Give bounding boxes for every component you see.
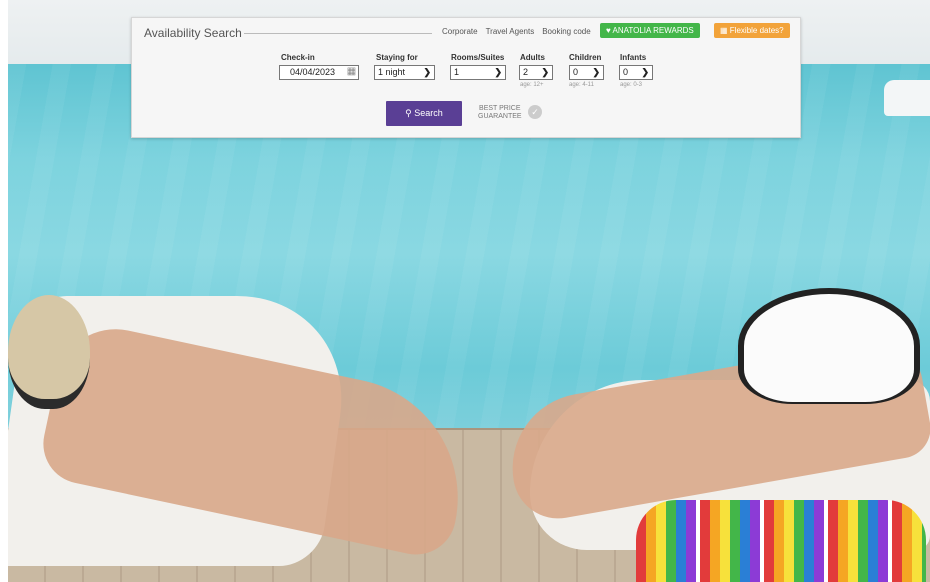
rewards-label: ANATOLIA REWARDS xyxy=(612,26,694,35)
children-hint: age: 4-11 xyxy=(569,82,594,88)
title-divider xyxy=(244,33,432,34)
adults-hint: age: 12+ xyxy=(520,82,544,88)
infants-hint: age: 0-3 xyxy=(620,82,643,88)
booking-code-link[interactable]: Booking code xyxy=(542,27,590,36)
calendar-icon[interactable]: ▦ xyxy=(345,65,358,78)
best-price-guarantee: BEST PRICE GUARANTEE xyxy=(478,105,522,121)
checkin-label: Check-in xyxy=(281,53,315,62)
travel-agents-link[interactable]: Travel Agents xyxy=(486,27,535,36)
search-icon: ⚲ xyxy=(405,108,412,118)
nights-value: 1 night xyxy=(378,67,406,77)
adults-select[interactable]: 2 ❯ xyxy=(519,65,553,80)
calendar-icon: ▦ xyxy=(720,26,728,35)
adults-label: Adults xyxy=(520,53,545,62)
nights-select[interactable]: 1 night ❯ xyxy=(374,65,435,80)
anatolia-rewards-button[interactable]: ♥ ANATOLIA REWARDS xyxy=(600,23,700,38)
flexible-dates-button[interactable]: ▦ Flexible dates? xyxy=(714,23,790,38)
infants-select[interactable]: 0 ❯ xyxy=(619,65,653,80)
infants-label: Infants xyxy=(620,53,647,62)
chevron-down-icon: ❯ xyxy=(423,67,431,77)
sun-hat xyxy=(738,288,920,404)
children-select[interactable]: 0 ❯ xyxy=(569,65,604,80)
chevron-down-icon: ❯ xyxy=(641,67,649,77)
best-price-line2: GUARANTEE xyxy=(478,113,522,120)
checkin-value: 04/04/2023 xyxy=(290,67,336,77)
boat xyxy=(884,80,930,116)
infants-value: 0 xyxy=(623,67,629,77)
best-price-line1: BEST PRICE xyxy=(479,105,521,112)
children-label: Children xyxy=(569,53,602,62)
corporate-link[interactable]: Corporate xyxy=(442,27,478,36)
rooms-select[interactable]: 1 ❯ xyxy=(450,65,506,80)
straw-hat xyxy=(8,295,90,409)
search-button[interactable]: ⚲ Search xyxy=(386,101,462,126)
chevron-down-icon: ❯ xyxy=(494,67,502,77)
check-icon: ✓ xyxy=(528,105,542,119)
heart-icon: ♥ xyxy=(606,26,611,35)
rooms-label: Rooms/Suites xyxy=(451,53,505,62)
staying-label: Staying for xyxy=(376,53,418,62)
adults-value: 2 xyxy=(523,67,529,77)
flexible-label: Flexible dates? xyxy=(729,26,784,35)
page-margin xyxy=(0,0,8,582)
panel-title: Availability Search xyxy=(144,26,242,40)
striped-towel xyxy=(636,500,926,582)
rooms-value: 1 xyxy=(454,67,460,77)
availability-search-panel: Availability Search Corporate Travel Age… xyxy=(131,17,801,138)
children-value: 0 xyxy=(573,67,579,77)
top-links: Corporate Travel Agents Booking code xyxy=(442,27,591,36)
chevron-down-icon: ❯ xyxy=(592,67,600,77)
chevron-down-icon: ❯ xyxy=(541,67,549,77)
search-label: Search xyxy=(414,108,443,118)
